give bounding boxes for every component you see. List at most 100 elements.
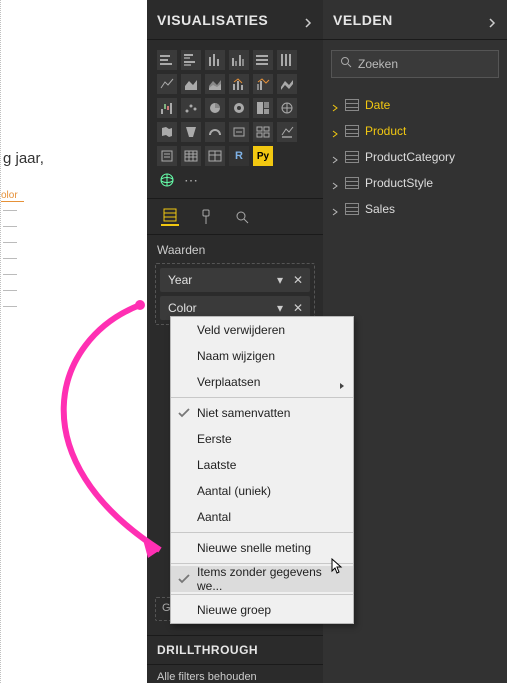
viz-card-icon[interactable] xyxy=(229,122,249,142)
viz-scatter-icon[interactable] xyxy=(181,98,201,118)
table-label: ProductStyle xyxy=(365,176,433,190)
menu-new-quick-measure[interactable]: Nieuwe snelle meting xyxy=(171,535,353,561)
table-label: Product xyxy=(365,124,406,138)
table-icon xyxy=(345,99,359,111)
field-pill-label: Year xyxy=(168,273,192,287)
canvas-header-fragment: olor xyxy=(1,190,24,202)
viz-clustered-bar-icon[interactable] xyxy=(181,50,201,70)
viz-gauge-icon[interactable] xyxy=(205,122,225,142)
menu-count-distinct[interactable]: Aantal (uniek) xyxy=(171,478,353,504)
visualizations-header[interactable]: VISUALISATIES xyxy=(147,0,323,40)
report-canvas[interactable]: g jaar, olor xyxy=(0,0,147,683)
menu-separator xyxy=(171,594,353,595)
viz-waterfall-icon[interactable] xyxy=(157,98,177,118)
viz-clustered-column-icon[interactable] xyxy=(229,50,249,70)
remove-field-icon[interactable]: ✕ xyxy=(290,300,306,316)
submenu-arrow-icon xyxy=(339,378,345,384)
table-icon xyxy=(345,203,359,215)
canvas-row xyxy=(3,306,17,307)
canvas-row xyxy=(3,258,17,259)
fields-title: VELDEN xyxy=(333,12,393,28)
viz-r-script-icon[interactable]: R xyxy=(229,146,249,166)
menu-dont-summarize[interactable]: Niet samenvatten xyxy=(171,400,353,426)
cursor-icon xyxy=(330,558,346,574)
field-table-list: Date Product ProductCategory ProductStyl… xyxy=(323,88,507,226)
menu-separator xyxy=(171,532,353,533)
viz-more-icon[interactable]: ⋯ xyxy=(181,170,201,190)
search-input[interactable] xyxy=(358,57,507,71)
canvas-row xyxy=(3,210,17,211)
table-label: Sales xyxy=(365,202,395,216)
field-context-menu: Veld verwijderen Naam wijzigen Verplaats… xyxy=(170,316,354,624)
viz-python-icon[interactable]: Py xyxy=(253,146,273,166)
table-icon xyxy=(345,177,359,189)
menu-move[interactable]: Verplaatsen xyxy=(171,369,353,395)
viz-matrix-icon[interactable] xyxy=(205,146,225,166)
values-label: Waarden xyxy=(147,235,323,263)
viz-arcgis-icon[interactable] xyxy=(157,170,177,190)
caret-right-icon xyxy=(331,205,339,213)
canvas-text: g jaar, xyxy=(3,150,44,167)
drillthrough-header[interactable]: DRILLTHROUGH xyxy=(147,635,323,665)
fields-header[interactable]: VELDEN xyxy=(323,0,507,40)
menu-last[interactable]: Laatste xyxy=(171,452,353,478)
viz-stacked-area-icon[interactable] xyxy=(205,74,225,94)
format-tabs xyxy=(147,199,323,235)
format-tab-icon[interactable] xyxy=(197,208,215,226)
viz-combo-icon[interactable] xyxy=(229,74,249,94)
viz-multi-card-icon[interactable] xyxy=(253,122,273,142)
viz-table-icon[interactable] xyxy=(181,146,201,166)
viz-map-icon[interactable] xyxy=(277,98,297,118)
viz-funnel-icon[interactable] xyxy=(181,122,201,142)
table-label: ProductCategory xyxy=(365,150,455,164)
field-table-productstyle[interactable]: ProductStyle xyxy=(323,170,507,196)
viz-kpi-icon[interactable] xyxy=(277,122,297,142)
menu-count[interactable]: Aantal xyxy=(171,504,353,530)
check-icon xyxy=(177,406,191,420)
caret-right-icon xyxy=(331,179,339,187)
fields-search[interactable] xyxy=(331,50,499,78)
viz-treemap-icon[interactable] xyxy=(253,98,273,118)
visualization-gallery: R Py ⋯ xyxy=(147,40,323,199)
menu-rename[interactable]: Naam wijzigen xyxy=(171,343,353,369)
viz-donut-icon[interactable] xyxy=(229,98,249,118)
field-table-product[interactable]: Product xyxy=(323,118,507,144)
viz-filled-map-icon[interactable] xyxy=(157,122,177,142)
viz-100-stacked-bar-icon[interactable] xyxy=(253,50,273,70)
analytics-tab-icon[interactable] xyxy=(233,208,251,226)
menu-separator xyxy=(171,397,353,398)
field-pill-year[interactable]: Year ▾ ✕ xyxy=(160,268,310,292)
field-table-sales[interactable]: Sales xyxy=(323,196,507,222)
menu-remove-field[interactable]: Veld verwijderen xyxy=(171,317,353,343)
chevron-down-icon[interactable]: ▾ xyxy=(272,272,288,288)
fields-tab-icon[interactable] xyxy=(161,208,179,226)
check-icon xyxy=(177,572,191,586)
table-icon xyxy=(345,125,359,137)
canvas-row xyxy=(3,290,17,291)
table-icon xyxy=(345,151,359,163)
field-table-productcategory[interactable]: ProductCategory xyxy=(323,144,507,170)
viz-combo2-icon[interactable] xyxy=(253,74,273,94)
menu-show-items-no-data[interactable]: Items zonder gegevens we... xyxy=(171,566,353,592)
menu-first[interactable]: Eerste xyxy=(171,426,353,452)
viz-pie-icon[interactable] xyxy=(205,98,225,118)
menu-new-group[interactable]: Nieuwe groep xyxy=(171,597,353,623)
field-pill-label: Color xyxy=(168,301,197,315)
drillthrough-sub: Alle filters behouden xyxy=(147,665,323,683)
chevron-down-icon[interactable]: ▾ xyxy=(272,300,288,316)
viz-line-icon[interactable] xyxy=(157,74,177,94)
canvas-row xyxy=(3,274,17,275)
chevron-right-icon xyxy=(487,15,497,25)
field-table-date[interactable]: Date xyxy=(323,92,507,118)
table-label: Date xyxy=(365,98,390,112)
viz-100-stacked-column-icon[interactable] xyxy=(277,50,297,70)
visualizations-title: VISUALISATIES xyxy=(157,12,268,28)
viz-slicer-icon[interactable] xyxy=(157,146,177,166)
canvas-row xyxy=(3,242,17,243)
remove-field-icon[interactable]: ✕ xyxy=(290,272,306,288)
viz-area-icon[interactable] xyxy=(181,74,201,94)
viz-stacked-column-icon[interactable] xyxy=(205,50,225,70)
viz-stacked-bar-icon[interactable] xyxy=(157,50,177,70)
chevron-right-icon xyxy=(303,15,313,25)
viz-ribbon-icon[interactable] xyxy=(277,74,297,94)
